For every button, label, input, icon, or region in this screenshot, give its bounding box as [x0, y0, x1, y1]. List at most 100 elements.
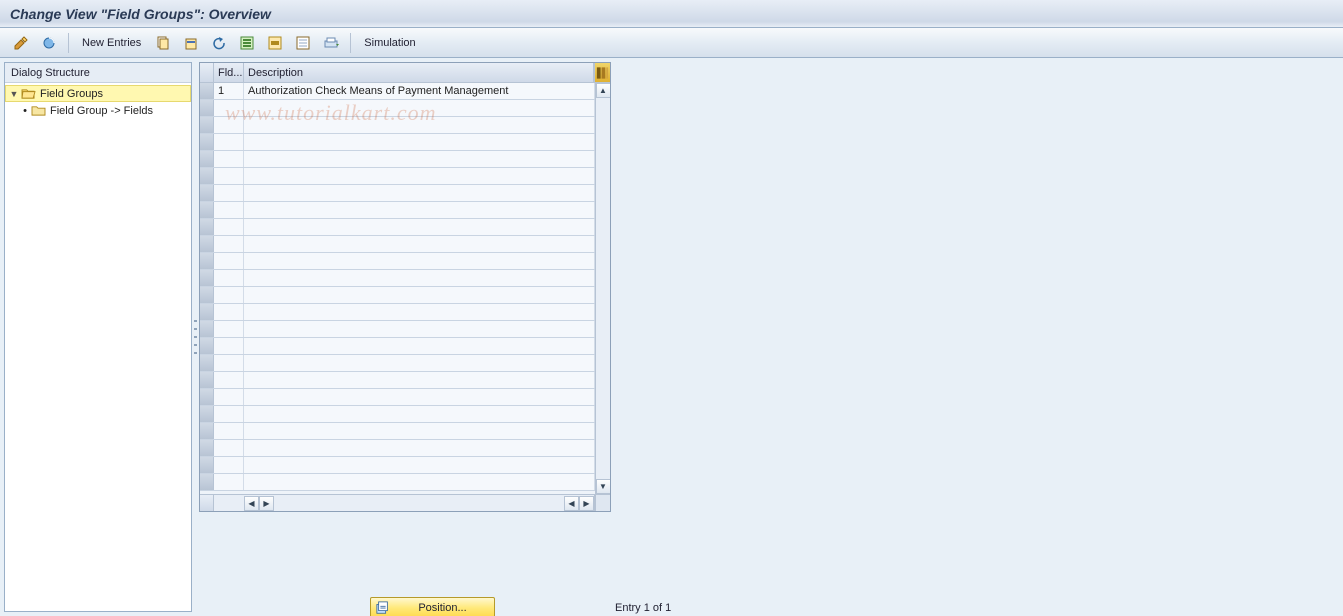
position-button[interactable]: Position...	[370, 597, 495, 616]
row-selector[interactable]	[200, 185, 214, 201]
table-row[interactable]: 1Authorization Check Means of Payment Ma…	[200, 83, 595, 100]
table-row[interactable]	[200, 389, 595, 406]
column-header-description[interactable]: Description	[244, 63, 594, 82]
row-selector[interactable]	[200, 389, 214, 405]
cell-fld[interactable]	[214, 474, 244, 490]
select-block-button[interactable]	[262, 32, 288, 54]
column-header-fld[interactable]: Fld...	[214, 63, 244, 82]
table-row[interactable]	[200, 372, 595, 389]
undo-change-button[interactable]	[206, 32, 232, 54]
cell-description[interactable]	[244, 219, 595, 235]
table-row[interactable]	[200, 168, 595, 185]
table-row[interactable]	[200, 253, 595, 270]
cell-fld[interactable]	[214, 168, 244, 184]
cell-fld[interactable]	[214, 321, 244, 337]
deselect-all-button[interactable]	[290, 32, 316, 54]
row-selector[interactable]	[200, 151, 214, 167]
table-row[interactable]	[200, 423, 595, 440]
table-row[interactable]	[200, 202, 595, 219]
row-selector[interactable]	[200, 168, 214, 184]
row-selector[interactable]	[200, 117, 214, 133]
table-row[interactable]	[200, 406, 595, 423]
cell-fld[interactable]	[214, 117, 244, 133]
cell-description[interactable]	[244, 474, 595, 490]
cell-fld[interactable]	[214, 219, 244, 235]
row-selector[interactable]	[200, 236, 214, 252]
cell-description[interactable]	[244, 406, 595, 422]
cell-description[interactable]	[244, 185, 595, 201]
table-row[interactable]	[200, 338, 595, 355]
cell-description[interactable]	[244, 372, 595, 388]
table-row[interactable]	[200, 219, 595, 236]
cell-description[interactable]	[244, 253, 595, 269]
table-row[interactable]	[200, 474, 595, 491]
cell-description[interactable]	[244, 389, 595, 405]
cell-fld[interactable]	[214, 151, 244, 167]
cell-fld[interactable]	[214, 236, 244, 252]
cell-fld[interactable]	[214, 338, 244, 354]
delete-button[interactable]	[178, 32, 204, 54]
select-all-button[interactable]	[234, 32, 260, 54]
table-row[interactable]	[200, 151, 595, 168]
table-row[interactable]	[200, 236, 595, 253]
tree-node-field-groups[interactable]: ▼ Field Groups	[5, 85, 191, 102]
cell-fld[interactable]: 1	[214, 83, 244, 99]
cell-fld[interactable]	[214, 202, 244, 218]
scroll-left-end-button[interactable]: ◀	[564, 496, 579, 511]
table-row[interactable]	[200, 134, 595, 151]
table-row[interactable]	[200, 321, 595, 338]
scroll-up-button[interactable]: ▲	[596, 83, 611, 98]
tree-node-field-group-fields[interactable]: • Field Group -> Fields	[5, 102, 191, 119]
cell-fld[interactable]	[214, 287, 244, 303]
cell-description[interactable]	[244, 168, 595, 184]
cell-fld[interactable]	[214, 185, 244, 201]
row-selector[interactable]	[200, 83, 214, 99]
row-selector[interactable]	[200, 457, 214, 473]
row-selector[interactable]	[200, 338, 214, 354]
cell-fld[interactable]	[214, 355, 244, 371]
cell-description[interactable]	[244, 304, 595, 320]
cell-description[interactable]	[244, 355, 595, 371]
row-selector[interactable]	[200, 321, 214, 337]
print-bc-set-button[interactable]	[318, 32, 344, 54]
toggle-display-change-button[interactable]	[8, 32, 34, 54]
cell-description[interactable]	[244, 202, 595, 218]
copy-as-button[interactable]	[150, 32, 176, 54]
cell-description[interactable]	[244, 338, 595, 354]
cell-fld[interactable]	[214, 253, 244, 269]
cell-description[interactable]	[244, 287, 595, 303]
cell-description[interactable]	[244, 134, 595, 150]
row-selector[interactable]	[200, 406, 214, 422]
cell-description[interactable]	[244, 151, 595, 167]
cell-fld[interactable]	[214, 100, 244, 116]
scroll-right-end-button[interactable]: ▶	[579, 496, 594, 511]
row-selector[interactable]	[200, 270, 214, 286]
cell-description[interactable]	[244, 117, 595, 133]
row-selector[interactable]	[200, 440, 214, 456]
cell-fld[interactable]	[214, 440, 244, 456]
select-all-rows-header[interactable]	[200, 63, 214, 82]
cell-fld[interactable]	[214, 134, 244, 150]
table-row[interactable]	[200, 304, 595, 321]
expand-toggle-icon[interactable]: ▼	[9, 89, 19, 99]
scroll-down-button[interactable]: ▼	[596, 479, 611, 494]
cell-fld[interactable]	[214, 457, 244, 473]
table-row[interactable]	[200, 270, 595, 287]
row-selector[interactable]	[200, 287, 214, 303]
cell-description[interactable]	[244, 270, 595, 286]
table-row[interactable]	[200, 185, 595, 202]
table-row[interactable]	[200, 440, 595, 457]
table-row[interactable]	[200, 100, 595, 117]
horizontal-scrollbar[interactable]: ◀ ▶ ◀ ▶	[214, 495, 595, 511]
cell-fld[interactable]	[214, 304, 244, 320]
cell-fld[interactable]	[214, 423, 244, 439]
panel-splitter[interactable]	[192, 58, 199, 616]
row-selector[interactable]	[200, 304, 214, 320]
table-row[interactable]	[200, 355, 595, 372]
cell-description[interactable]	[244, 236, 595, 252]
cell-description[interactable]	[244, 457, 595, 473]
row-selector[interactable]	[200, 474, 214, 490]
cell-description[interactable]	[244, 321, 595, 337]
table-row[interactable]	[200, 457, 595, 474]
cell-fld[interactable]	[214, 389, 244, 405]
